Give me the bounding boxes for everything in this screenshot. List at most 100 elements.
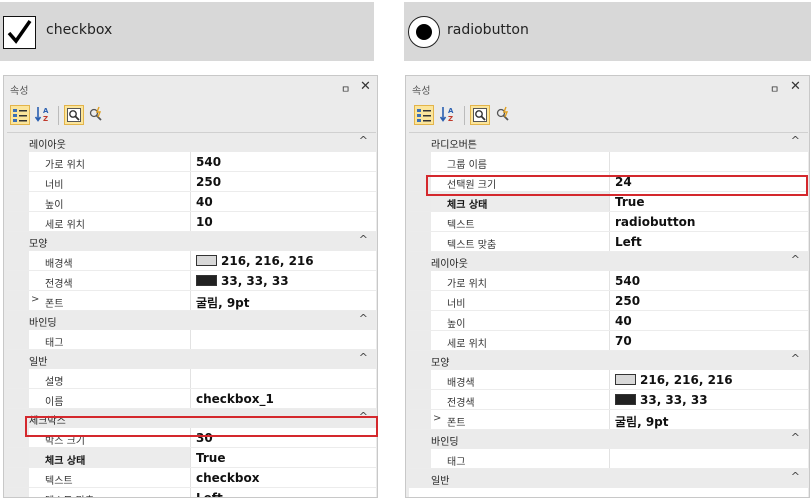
property-row[interactable]: 텍스트 radiobutton: [409, 212, 808, 232]
checkbox-control[interactable]: [3, 16, 36, 49]
category-header[interactable]: 모양 ^: [7, 232, 376, 251]
close-icon[interactable]: ✕: [360, 79, 371, 94]
property-row[interactable]: 텍스트 checkbox: [7, 468, 376, 488]
events-view-button[interactable]: [87, 105, 107, 125]
collapse-chevron-icon[interactable]: ^: [359, 312, 368, 325]
row-gutter: [7, 212, 29, 231]
property-value[interactable]: checkbox: [196, 471, 259, 485]
property-row[interactable]: 세로 위치 10: [7, 212, 376, 232]
category-header[interactable]: 레이아웃 ^: [7, 133, 376, 152]
property-row[interactable]: 가로 위치 540: [409, 271, 808, 291]
property-value[interactable]: 굴림, 9pt: [615, 413, 669, 430]
property-value[interactable]: 216, 216, 216: [196, 254, 314, 268]
property-name: 텍스트 맞춤: [45, 492, 94, 497]
property-value[interactable]: checkbox_1: [196, 392, 274, 406]
color-value: 33, 33, 33: [640, 393, 708, 407]
property-row[interactable]: 텍스트 맞춤 Left: [7, 488, 376, 497]
property-value[interactable]: 33, 33, 33: [196, 274, 289, 288]
close-icon[interactable]: ✕: [790, 79, 801, 94]
property-row[interactable]: 태그: [7, 330, 376, 350]
collapse-chevron-icon[interactable]: ^: [791, 253, 800, 266]
radiobutton-label: radiobutton: [447, 22, 529, 38]
property-row[interactable]: 그룹 이름: [409, 152, 808, 172]
property-value[interactable]: 40: [196, 195, 213, 209]
properties-view-button[interactable]: [470, 105, 490, 125]
property-row[interactable]: 설명: [7, 369, 376, 389]
radiobutton-control[interactable]: [408, 16, 440, 48]
property-name-cell: 높이: [29, 192, 191, 211]
property-name-cell: 텍스트 맞춤: [431, 232, 610, 251]
expand-chevron-icon[interactable]: >: [433, 413, 441, 424]
property-name: 텍스트: [45, 476, 73, 487]
categorized-sort-button[interactable]: [414, 105, 434, 125]
events-view-button[interactable]: [494, 105, 514, 125]
checkmark-icon: [7, 19, 32, 44]
row-gutter: [409, 449, 431, 468]
property-row[interactable]: 배경색 216, 216, 216: [7, 251, 376, 271]
property-name: 설명: [45, 377, 64, 388]
highlight-box: [25, 416, 378, 437]
collapse-chevron-icon[interactable]: ^: [791, 470, 800, 483]
property-name-cell: 가로 위치: [29, 152, 191, 171]
property-name: 전경색: [45, 279, 73, 290]
property-row[interactable]: 너비 250: [409, 291, 808, 311]
expand-chevron-icon[interactable]: >: [31, 294, 39, 305]
property-value[interactable]: Left: [615, 235, 642, 249]
property-row[interactable]: 이름 checkbox_1: [7, 389, 376, 409]
row-gutter: [409, 152, 431, 171]
pin-icon[interactable]: ㅁ: [341, 81, 350, 96]
property-value[interactable]: 70: [615, 334, 632, 348]
property-row[interactable]: 배경색 216, 216, 216: [409, 370, 808, 390]
property-row[interactable]: 텍스트 맞춤 Left: [409, 232, 808, 252]
categorized-sort-button[interactable]: [10, 105, 30, 125]
alphabetical-sort-button[interactable]: A Z: [439, 105, 459, 125]
property-value[interactable]: 540: [615, 274, 640, 288]
category-header[interactable]: 레이아웃 ^: [409, 252, 808, 271]
property-row[interactable]: 세로 위치 70: [409, 331, 808, 351]
category-header[interactable]: 바인딩 ^: [7, 311, 376, 330]
property-value[interactable]: 250: [196, 175, 221, 189]
row-gutter: [409, 311, 431, 330]
property-name-cell: 텍스트 맞춤: [29, 488, 191, 497]
category-label: 모양: [431, 358, 450, 369]
property-row[interactable]: 높이 40: [7, 192, 376, 212]
row-gutter: [409, 410, 431, 429]
collapse-chevron-icon[interactable]: ^: [791, 431, 800, 444]
property-value[interactable]: True: [196, 451, 225, 465]
property-value[interactable]: 33, 33, 33: [615, 393, 708, 407]
category-header[interactable]: 모양 ^: [409, 351, 808, 370]
collapse-chevron-icon[interactable]: ^: [791, 134, 800, 147]
property-row[interactable]: 전경색 33, 33, 33: [409, 390, 808, 410]
property-row[interactable]: > 폰트 굴림, 9pt: [7, 291, 376, 311]
property-value[interactable]: True: [615, 195, 644, 209]
checkbox-preview: checkbox: [0, 2, 374, 61]
property-value[interactable]: 굴림, 9pt: [196, 294, 250, 311]
property-value[interactable]: 40: [615, 314, 632, 328]
property-row[interactable]: > 폰트 굴림, 9pt: [409, 410, 808, 430]
property-value[interactable]: 540: [196, 155, 221, 169]
property-row[interactable]: 너비 250: [7, 172, 376, 192]
category-header[interactable]: 일반 ^: [7, 350, 376, 369]
property-row[interactable]: 태그: [409, 449, 808, 469]
svg-text:Z: Z: [448, 115, 453, 122]
property-row[interactable]: 높이 40: [409, 311, 808, 331]
property-name-cell: 세로 위치: [431, 331, 610, 350]
category-header[interactable]: 라디오버튼 ^: [409, 133, 808, 152]
property-row[interactable]: 체크 상태 True: [7, 448, 376, 468]
properties-view-button[interactable]: [64, 105, 84, 125]
collapse-chevron-icon[interactable]: ^: [791, 352, 800, 365]
property-value[interactable]: 10: [196, 215, 213, 229]
property-value[interactable]: 216, 216, 216: [615, 373, 733, 387]
pin-icon[interactable]: ㅁ: [770, 81, 779, 96]
category-header[interactable]: 일반 ^: [409, 469, 808, 488]
category-header[interactable]: 바인딩 ^: [409, 430, 808, 449]
collapse-chevron-icon[interactable]: ^: [359, 351, 368, 364]
property-row[interactable]: 전경색 33, 33, 33: [7, 271, 376, 291]
property-value[interactable]: 250: [615, 294, 640, 308]
property-row[interactable]: 가로 위치 540: [7, 152, 376, 172]
alphabetical-sort-button[interactable]: A Z: [34, 105, 54, 125]
property-value[interactable]: Left: [196, 491, 223, 497]
collapse-chevron-icon[interactable]: ^: [359, 233, 368, 246]
property-value[interactable]: radiobutton: [615, 215, 695, 229]
collapse-chevron-icon[interactable]: ^: [359, 134, 368, 147]
